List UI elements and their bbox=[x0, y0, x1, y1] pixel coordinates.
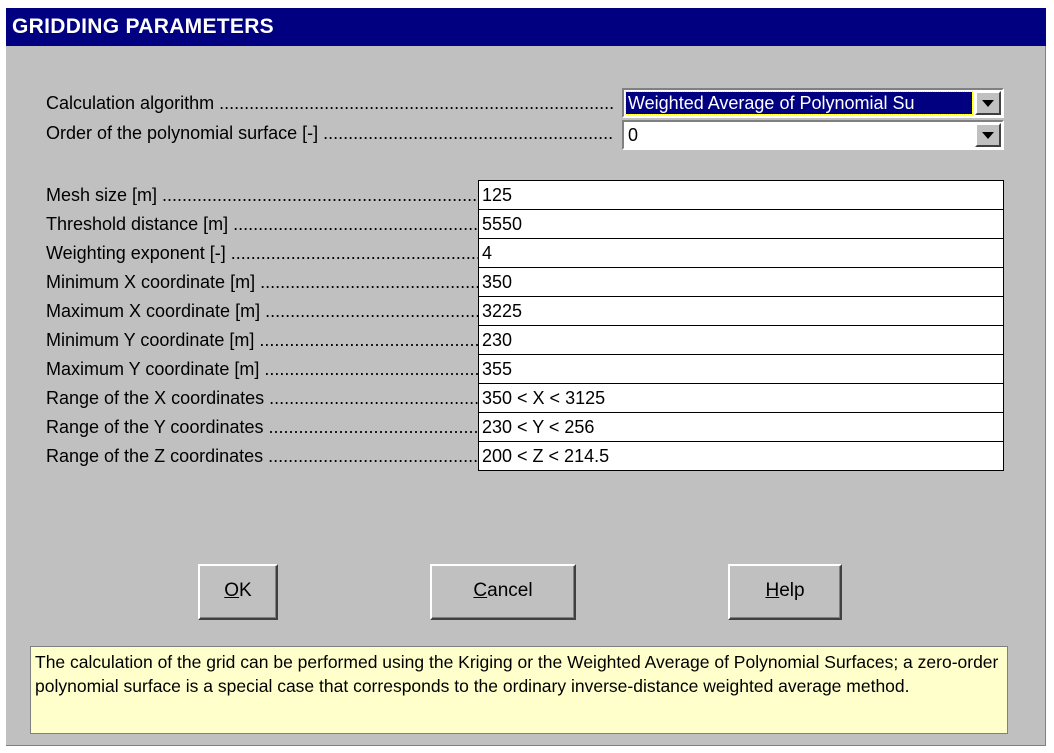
max-x-field[interactable]: 3225 bbox=[478, 296, 1004, 326]
weighting-exponent-field[interactable]: 4 bbox=[478, 238, 1004, 268]
max-y-field[interactable]: 355 bbox=[478, 354, 1004, 384]
cancel-label: ancel bbox=[487, 580, 533, 601]
ok-mnemonic: O bbox=[224, 580, 240, 601]
order-value: 0 bbox=[628, 125, 639, 145]
range-y-field[interactable]: 230 < Y < 256 bbox=[478, 412, 1004, 442]
cancel-button[interactable]: Cancel bbox=[430, 564, 576, 620]
chevron-down-icon[interactable] bbox=[975, 91, 1001, 115]
range-z-label: Range of the Z coordinates .............… bbox=[46, 446, 478, 466]
cancel-mnemonic: C bbox=[473, 580, 488, 601]
chevron-down-icon[interactable] bbox=[975, 123, 1001, 147]
weighting-exponent-label: Weighting exponent [-] .................… bbox=[46, 243, 478, 263]
range-y-label: Range of the Y coordinates .............… bbox=[46, 417, 478, 437]
range-x-field[interactable]: 350 < X < 3125 bbox=[478, 383, 1004, 413]
dialog-title: GRIDDING PARAMETERS bbox=[6, 8, 1046, 46]
threshold-distance-field[interactable]: 5550 bbox=[478, 209, 1004, 239]
order-label: Order of the polynomial surface [-] ....… bbox=[46, 123, 614, 143]
gridding-parameters-dialog: GRIDDING PARAMETERS Calculation algorith… bbox=[6, 8, 1046, 746]
max-x-label: Maximum X coordinate [m] ...............… bbox=[46, 301, 478, 321]
range-x-label: Range of the X coordinates .............… bbox=[46, 388, 478, 408]
order-dropdown[interactable]: 0 bbox=[622, 120, 1004, 150]
ok-button[interactable]: OK bbox=[198, 564, 278, 620]
range-z-field[interactable]: 200 < Z < 214.5 bbox=[478, 441, 1004, 471]
min-x-label: Minimum X coordinate [m] ...............… bbox=[46, 272, 478, 292]
algorithm-label: Calculation algorithm ..................… bbox=[46, 93, 615, 113]
max-y-label: Maximum Y coordinate [m] ...............… bbox=[46, 359, 478, 379]
help-mnemonic: H bbox=[765, 580, 780, 601]
ok-label: K bbox=[239, 580, 252, 601]
min-x-field[interactable]: 350 bbox=[478, 267, 1004, 297]
help-button[interactable]: Help bbox=[728, 564, 842, 620]
min-y-field[interactable]: 230 bbox=[478, 325, 1004, 355]
help-description: The calculation of the grid can be perfo… bbox=[30, 646, 1008, 734]
algorithm-dropdown[interactable]: Weighted Average of Polynomial Su bbox=[622, 88, 1004, 118]
mesh-size-field[interactable]: 125 bbox=[478, 180, 1004, 210]
min-y-label: Minimum Y coordinate [m] ...............… bbox=[46, 330, 478, 350]
threshold-distance-label: Threshold distance [m] .................… bbox=[46, 214, 478, 234]
mesh-size-label: Mesh size [m] ..........................… bbox=[46, 185, 478, 205]
algorithm-value: Weighted Average of Polynomial Su bbox=[625, 91, 973, 115]
help-label: elp bbox=[779, 580, 805, 601]
